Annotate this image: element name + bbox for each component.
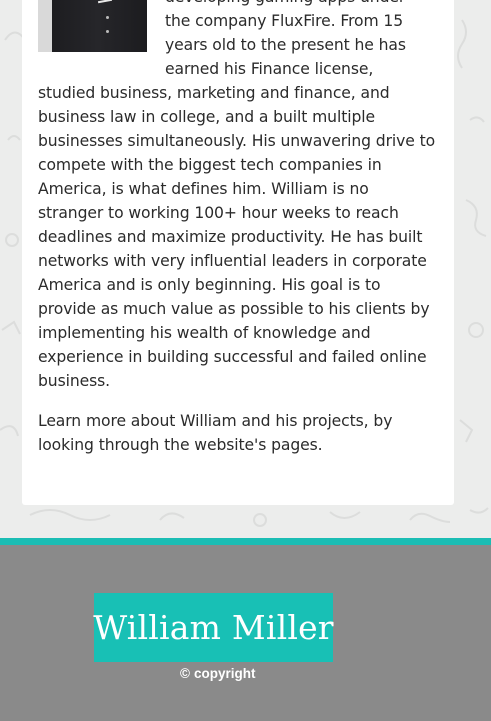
photo-button	[106, 30, 109, 33]
bio-text-full: studied business, marketing and finance,…	[38, 81, 435, 393]
bio-line: America, is what defines him. William is…	[38, 180, 369, 198]
copyright-notice: © copyright	[180, 666, 255, 681]
bio-line: studied business, marketing and finance,…	[38, 84, 390, 102]
bio-line: provide as much value as possible to his…	[38, 300, 430, 318]
photo-button	[106, 16, 109, 19]
bio-line: earned his Finance license,	[165, 60, 374, 78]
learn-more-text: Learn more about William and his project…	[38, 409, 392, 457]
bio-line: business.	[38, 372, 111, 390]
learn-more-line: looking through the website's pages.	[38, 436, 323, 454]
footer-accent-stripe	[0, 538, 491, 545]
bio-line: America and is only beginning. His goal …	[38, 276, 381, 294]
bio-line: the company FluxFire. From 15	[165, 12, 404, 30]
bio-line: implementing his wealth of knowledge and	[38, 324, 371, 342]
copyright-icon: ©	[180, 666, 190, 681]
bio-text-beside-photo: developing gaming apps under the company…	[165, 0, 406, 81]
bio-line: experience in building successful and fa…	[38, 348, 427, 366]
footer-logo[interactable]: William Miller	[93, 593, 334, 662]
bio-line: developing gaming apps under	[165, 0, 406, 9]
bio-line: deadlines and maximize productivity. He …	[38, 228, 423, 246]
photo-shirt	[38, 0, 147, 52]
logo-text: William Miller	[93, 608, 334, 647]
copyright-label: copyright	[193, 666, 256, 681]
bio-line: years old to the present he has	[165, 36, 406, 54]
bio-line: compete with the biggest tech companies …	[38, 156, 382, 174]
bio-line: stranger to working 100+ hour weeks to r…	[38, 204, 399, 222]
bio-line: businesses simultaneously. His unwaverin…	[38, 132, 436, 150]
profile-photo	[38, 0, 147, 52]
bio-line: networks with very influential leaders i…	[38, 252, 427, 270]
learn-more-line: Learn more about William and his project…	[38, 412, 393, 430]
bio-line: business law in college, and a built mul…	[38, 108, 375, 126]
